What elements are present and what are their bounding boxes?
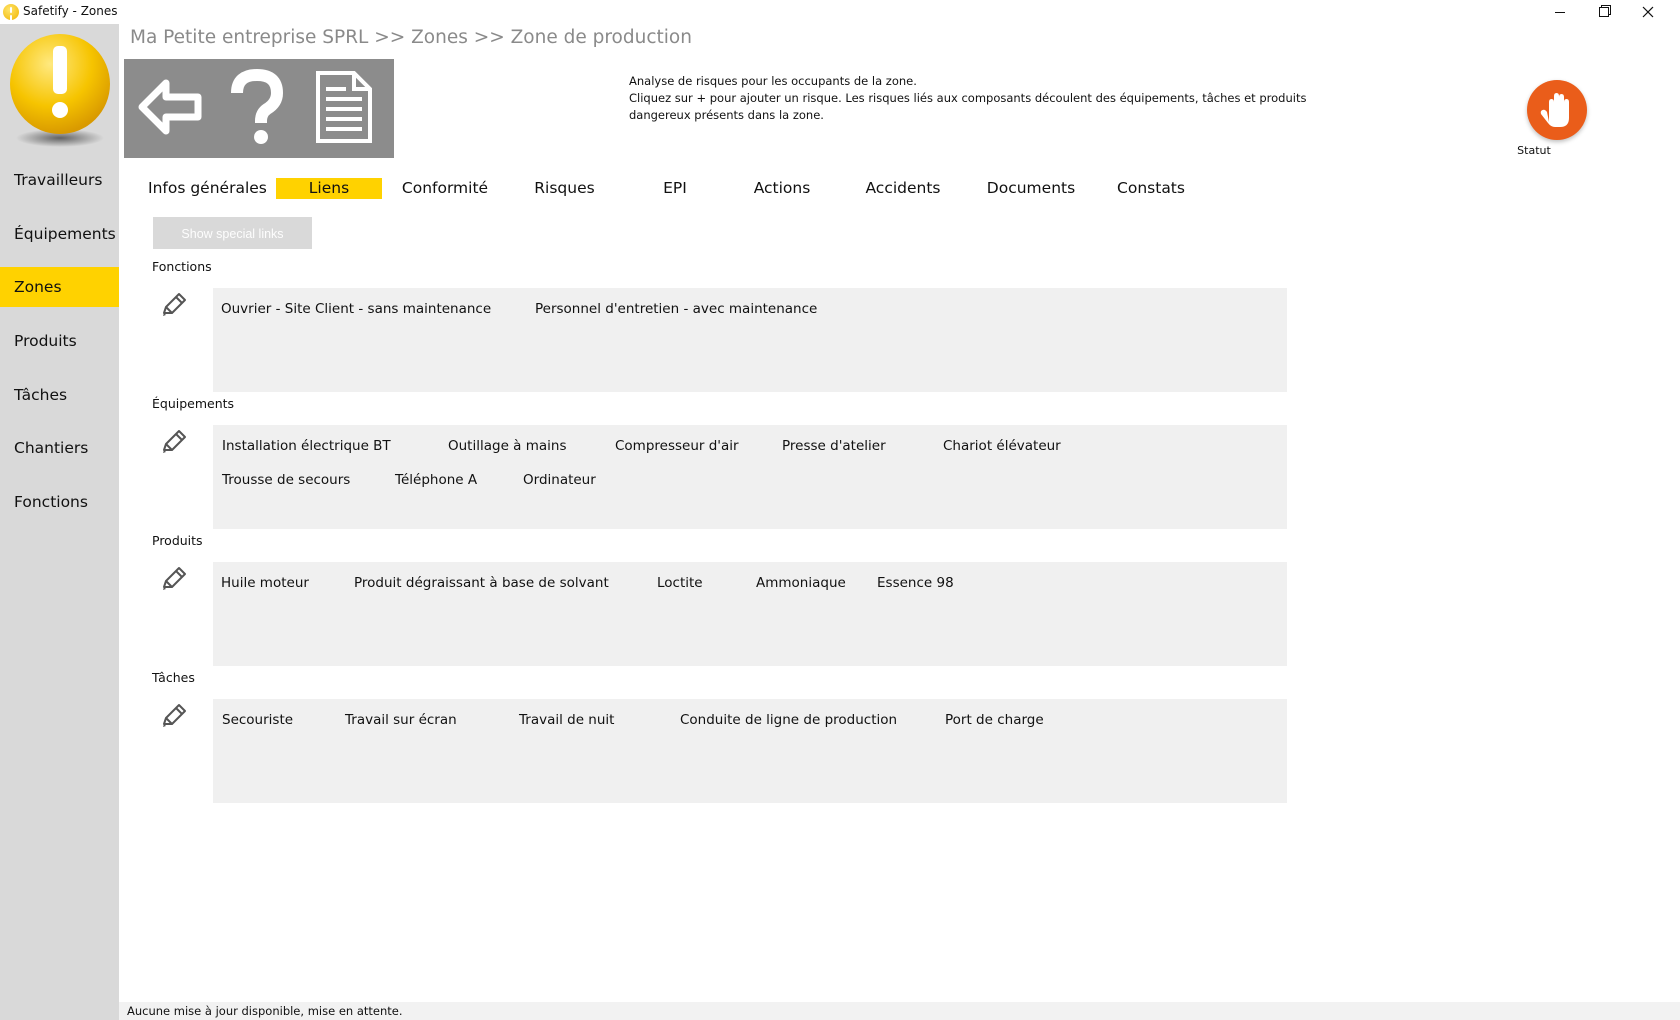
statut-label: Statut (1517, 144, 1551, 157)
app-logo-icon (3, 4, 19, 20)
list-item: Ammoniaque (756, 575, 846, 591)
breadcrumb: Ma Petite entreprise SPRL >> Zones >> Zo… (130, 27, 692, 48)
list-item: Loctite (657, 575, 703, 591)
list-item: Huile moteur (221, 575, 309, 591)
list-item: Presse d'atelier (782, 438, 886, 454)
produits-box: Huile moteur Produit dégraissant à base … (213, 562, 1287, 666)
taches-box: Secouriste Travail sur écran Travail de … (213, 699, 1287, 803)
list-item: Secouriste (222, 712, 294, 728)
list-item: Outillage à mains (448, 438, 567, 454)
toolbar (124, 59, 394, 158)
list-item: Téléphone A (395, 472, 478, 488)
list-item: Essence 98 (877, 575, 954, 591)
tab-documents[interactable]: Documents (981, 178, 1081, 199)
edit-produits-pencil-icon[interactable] (160, 565, 188, 593)
status-text: Aucune mise à jour disponible, mise en a… (127, 1004, 403, 1018)
help-icon[interactable] (217, 67, 297, 147)
list-item: Travail de nuit (519, 712, 615, 728)
edit-equipements-pencil-icon[interactable] (160, 428, 188, 456)
hand-stop-icon (1540, 93, 1569, 127)
list-item: Port de charge (945, 712, 1044, 728)
tab-conformite[interactable]: Conformité (400, 178, 490, 199)
tab-liens[interactable]: Liens (276, 178, 382, 199)
sidebar-item-chantiers[interactable]: Chantiers (0, 428, 119, 468)
list-item: Travail sur écran (345, 712, 457, 728)
equipements-box: Installation électrique BT Outillage à m… (213, 425, 1287, 529)
close-button[interactable] (1626, 0, 1670, 24)
section-label-taches: Tâches (152, 670, 195, 685)
list-item: Produit dégraissant à base de solvant (354, 575, 609, 591)
document-icon[interactable] (304, 67, 384, 147)
statut-button[interactable] (1527, 80, 1587, 140)
tab-actions[interactable]: Actions (747, 178, 817, 199)
safetify-logo-icon (10, 34, 110, 147)
sidebar-item-zones[interactable]: Zones (0, 267, 119, 307)
tab-infos-generales[interactable]: Infos générales (148, 178, 267, 199)
back-arrow-icon[interactable] (132, 67, 212, 147)
show-special-links-button[interactable]: Show special links (153, 217, 312, 249)
section-label-fonctions: Fonctions (152, 259, 212, 274)
list-item: Compresseur d'air (615, 438, 739, 454)
section-label-produits: Produits (152, 533, 203, 548)
edit-taches-pencil-icon[interactable] (160, 702, 188, 730)
sidebar-item-equipements[interactable]: Équipements (0, 214, 119, 254)
tab-risques[interactable]: Risques (527, 178, 602, 199)
sidebar: Travailleurs Équipements Zones Produits … (0, 24, 119, 1020)
tab-constats[interactable]: Constats (1112, 178, 1190, 199)
fonctions-box: Ouvrier - Site Client - sans maintenance… (213, 288, 1287, 392)
window-title: Safetify - Zones (23, 4, 118, 18)
sidebar-item-travailleurs[interactable]: Travailleurs (0, 160, 119, 200)
section-label-equipements: Équipements (152, 396, 235, 411)
tab-epi[interactable]: EPI (650, 178, 700, 199)
list-item: Conduite de ligne de production (680, 712, 898, 728)
sidebar-item-taches[interactable]: Tâches (0, 375, 119, 415)
description-line-2: Cliquez sur + pour ajouter un risque. Le… (629, 91, 1307, 105)
sidebar-item-produits[interactable]: Produits (0, 321, 119, 361)
description-line-3: dangereux présents dans la zone. (629, 108, 824, 122)
edit-fonctions-pencil-icon[interactable] (160, 291, 188, 319)
close-icon (1642, 6, 1654, 18)
list-item: Ouvrier - Site Client - sans maintenance (221, 301, 492, 317)
description-line-1: Analyse de risques pour les occupants de… (629, 74, 917, 88)
title-bar: Safetify - Zones (0, 0, 1680, 26)
minimize-button[interactable] (1538, 0, 1582, 24)
sidebar-item-fonctions[interactable]: Fonctions (0, 482, 119, 522)
list-item: Installation électrique BT (222, 438, 391, 454)
tab-accidents[interactable]: Accidents (860, 178, 946, 199)
list-item: Ordinateur (523, 472, 596, 488)
restore-button[interactable] (1582, 0, 1626, 24)
status-bar: Aucune mise à jour disponible, mise en a… (119, 1002, 1680, 1020)
list-item: Trousse de secours (222, 472, 351, 488)
list-item: Chariot élévateur (943, 438, 1061, 454)
list-item: Personnel d'entretien - avec maintenance (535, 301, 818, 317)
zone-description: Analyse de risques pour les occupants de… (629, 73, 1309, 124)
